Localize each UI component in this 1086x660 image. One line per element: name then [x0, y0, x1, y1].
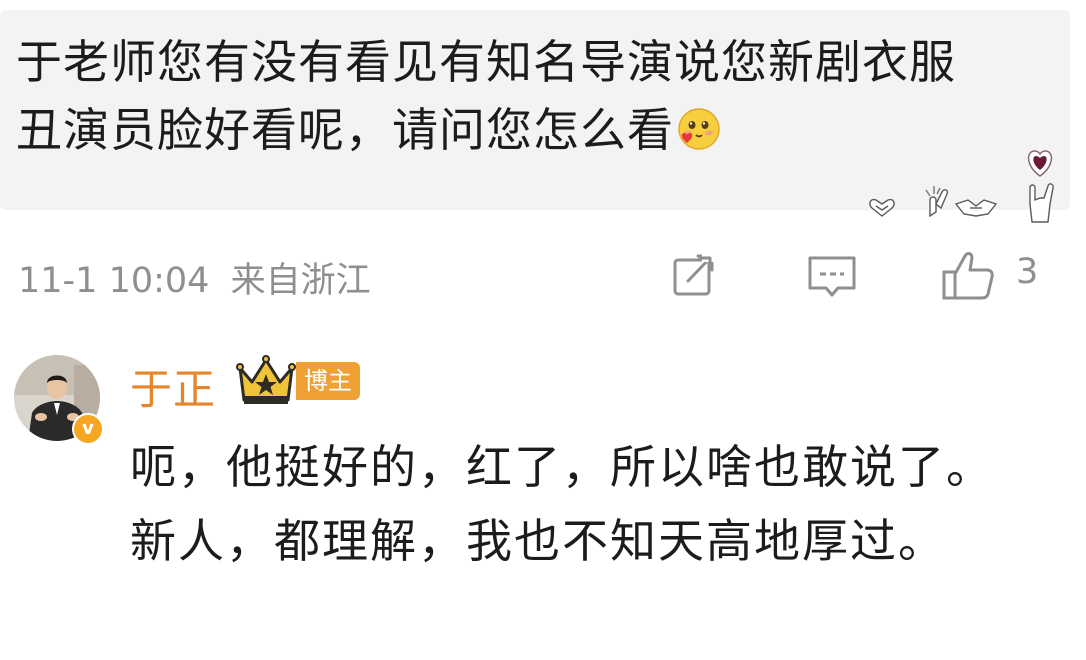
comment-meta-row: 11-1 10:04 来自浙江 3 [0, 240, 1086, 310]
quoted-comment-bubble: 于老师您有没有看见有知名导演说您新剧衣服丑演员脸好看呢，请问您怎么看 [0, 10, 1070, 223]
comment-location: 来自浙江 [230, 261, 371, 301]
like-count: 3 [1016, 252, 1039, 292]
thumbs-up-icon[interactable] [940, 248, 996, 304]
verified-badge-icon: v [72, 413, 104, 445]
comment-time: 10:04 [108, 261, 210, 301]
quoted-comment-text: 于老师您有没有看见有知名导演说您新剧衣服丑演员脸好看呢，请问您怎么看 [16, 35, 956, 157]
hand-gestures-heart-sticker [869, 150, 1054, 223]
comment-icon[interactable] [804, 248, 860, 304]
crown-icon [236, 355, 296, 404]
reply-text: 呃，他挺好的，红了，所以啥也敢说了。新人，都理解，我也不知天高地厚过。 [130, 440, 994, 568]
blush-heart-emoji-icon [678, 108, 720, 150]
reply-author-name[interactable]: 于正 [130, 356, 216, 417]
comment-date: 11-1 [18, 261, 98, 301]
weibo-comment-screen: 于老师您有没有看见有知名导演说您新剧衣服丑演员脸好看呢，请问您怎么看 11-1 … [0, 0, 1086, 660]
blogger-badge: 博主 [296, 362, 360, 400]
quoted-comment: 于老师您有没有看见有知名导演说您新剧衣服丑演员脸好看呢，请问您怎么看 [16, 28, 996, 164]
comment-meta: 11-1 10:04 来自浙江 [18, 252, 371, 303]
repost-icon[interactable] [666, 248, 722, 304]
